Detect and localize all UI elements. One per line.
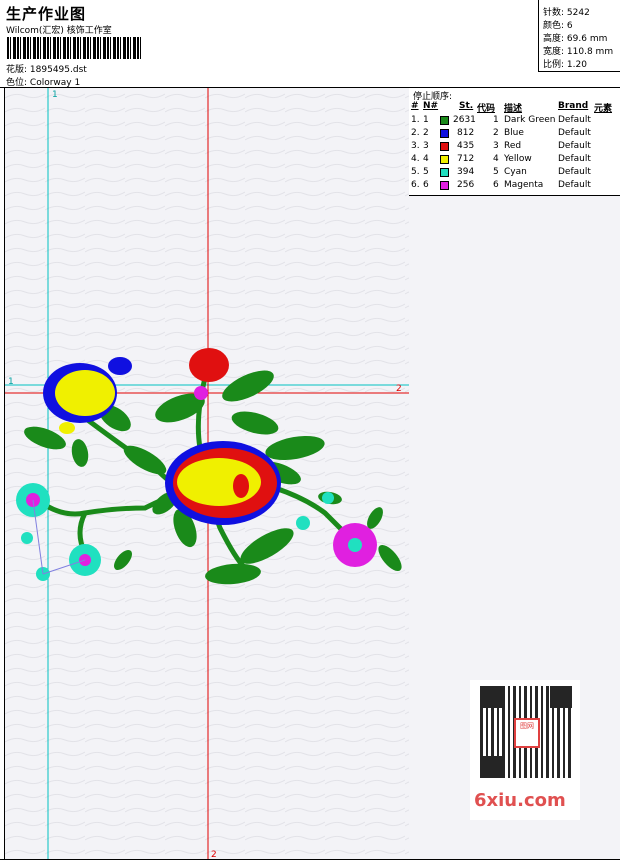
table-row[interactable]: 4. 4 712 4 Yellow Default [409,154,620,167]
col-brand: Brand [558,101,589,111]
col-element: 元素 [594,104,613,114]
color-swatch [440,181,449,190]
col-hash: # [411,101,419,111]
design-canvas[interactable]: 1 1 2 2 [4,88,411,860]
stitch-count: 针数: 5242 [543,8,590,18]
col-st: St. [459,101,474,111]
design-scale: 比例: 1.20 [543,60,587,70]
table-row[interactable]: 6. 6 256 6 Magenta Default [409,180,620,193]
col-desc: 描述 [504,104,523,114]
bottom-border [0,859,620,860]
stamp-icon: 图网 [514,718,540,748]
table-row[interactable]: 1. 1 2631 1 Dark Green Default [409,115,620,128]
color-count: 颜色: 6 [543,21,573,31]
main-flower [165,441,281,525]
barcode [7,37,142,59]
guide-label-v1: 1 [52,90,58,100]
color-swatch [440,116,449,125]
col-n: N# [423,101,439,111]
color-swatch [440,129,449,138]
design-file: 1895495.dst [29,65,87,75]
page-title: 生产作业图 [6,5,87,23]
studio-subtitle: Wilcom(汇宏) 核饰工作室 [6,26,112,36]
design-info-box: 针数: 5242 颜色: 6 高度: 69.6 mm 宽度: 110.8 mm … [538,0,620,72]
design-file-row: 花版: 1895495.dst [6,62,87,75]
guide-label-h2: 2 [396,384,402,394]
table-row[interactable]: 3. 3 435 3 Red Default [409,141,620,154]
color-swatch [440,168,449,177]
magenta-flower [333,523,377,567]
guide-label-h1: 1 [8,377,14,387]
design-height: 高度: 69.6 mm [543,34,608,44]
watermark-brand: 6xiu.com [474,790,566,811]
embroidery-preview: 1 1 2 2 [5,88,410,860]
col-code: 代码 [477,104,496,114]
table-row[interactable]: 5. 5 394 5 Cyan Default [409,167,620,180]
stop-sequence-panel: 停止顺序: # N# St. 代码 描述 Brand 元素 1. 1 2631 … [409,88,620,196]
design-label: 花版: [6,65,28,75]
design-width: 宽度: 110.8 mm [543,47,614,57]
color-swatch [440,142,449,151]
table-row[interactable]: 2. 2 812 2 Blue Default [409,128,620,141]
color-swatch [440,155,449,164]
